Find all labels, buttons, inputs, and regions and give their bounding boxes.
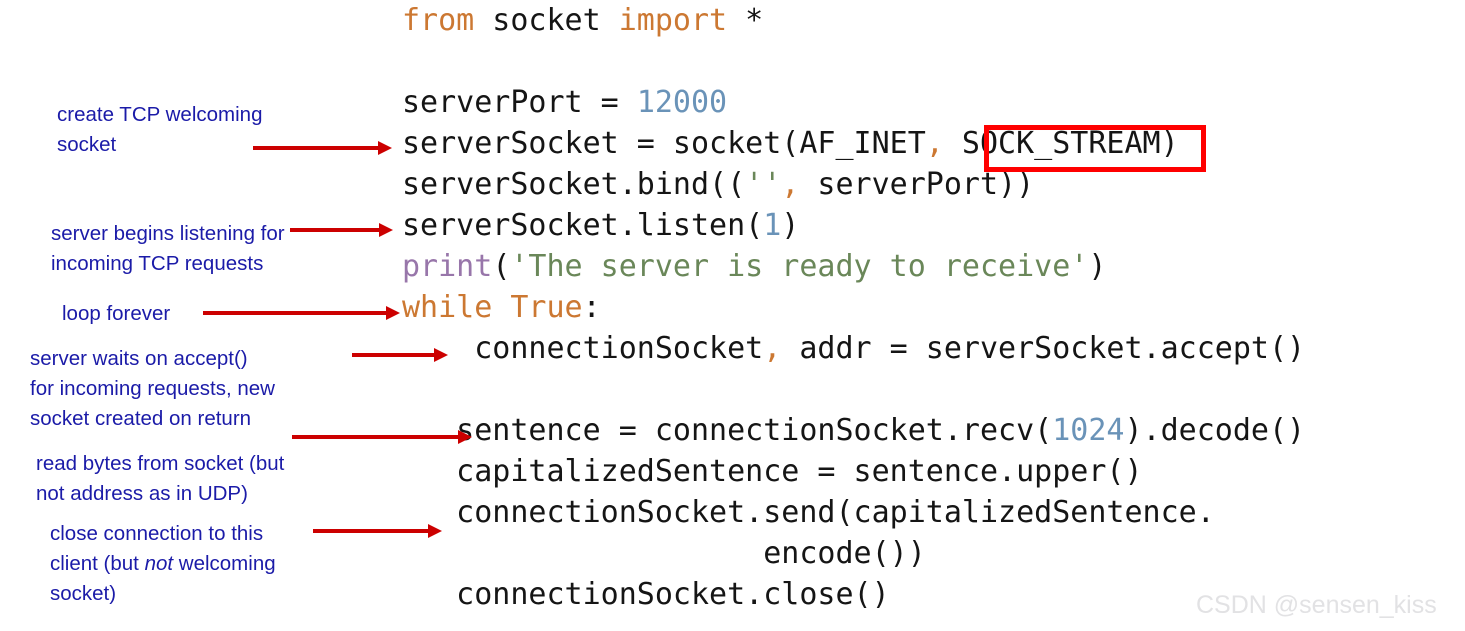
code-token: connectionSocket.send(capitalizedSentenc… <box>402 495 1215 530</box>
annotation-server-waits-on-accept: server waits on accept() for incoming re… <box>30 347 275 430</box>
code-token: , <box>925 126 944 161</box>
code-token: print <box>402 249 493 284</box>
code-token: serverSocket.listen( <box>402 208 764 243</box>
code-token: ( <box>492 249 511 284</box>
watermark-csdn: CSDN @sensen_kiss <box>1196 591 1437 619</box>
code-token: encode()) <box>402 536 926 571</box>
slide-canvas: from socket import * serverPort = 12000 s… <box>0 0 1465 631</box>
code-token: from <box>402 3 475 38</box>
code-token: 'The server is ready to receive' <box>510 249 1089 284</box>
line-close: connectionSocket.close() <box>402 574 1305 615</box>
line-accept: connectionSocket, addr = serverSocket.ac… <box>402 328 1305 369</box>
annotation-read-bytes-from-socket: read bytes from socket (but not address … <box>36 452 285 505</box>
code-token: serverPort = <box>402 85 637 120</box>
annotation-server-begins-listening: server begins listening for incoming TCP… <box>51 222 285 275</box>
code-token: serverPort)) <box>799 167 1035 202</box>
line-import: from socket import * <box>402 0 1305 41</box>
line-blank-1 <box>402 41 1305 82</box>
code-token: , <box>781 167 800 202</box>
code-token: while <box>402 290 493 325</box>
code-token: sentence = connectionSocket.recv( <box>402 413 1053 448</box>
code-token: serverSocket.bind(( <box>402 167 746 202</box>
code-token: 1024 <box>1052 413 1125 448</box>
code-token: * <box>727 3 764 38</box>
code-token: ).decode() <box>1124 413 1306 448</box>
line-recv: sentence = connectionSocket.recv(1024).d… <box>402 410 1305 451</box>
annotation-close-emphasis: not <box>144 552 174 575</box>
code-token: '' <box>745 167 782 202</box>
code-token: connectionSocket <box>402 331 764 366</box>
code-token: 1 <box>763 208 782 243</box>
code-token: serverSocket = socket(AF_INET <box>402 126 926 161</box>
code-token: connectionSocket.close() <box>402 577 890 612</box>
line-listen: serverSocket.listen(1) <box>402 205 1305 246</box>
code-token: socket <box>474 3 619 38</box>
line-send: connectionSocket.send(capitalizedSentenc… <box>402 492 1305 533</box>
code-token: True <box>510 290 583 325</box>
code-block: from socket import * serverPort = 12000 s… <box>402 0 1305 615</box>
code-token: ) <box>781 208 800 243</box>
line-serverport: serverPort = 12000 <box>402 82 1305 123</box>
code-token: import <box>618 3 728 38</box>
code-token: , <box>763 331 782 366</box>
code-token: ) <box>1088 249 1107 284</box>
code-token: capitalizedSentence = sentence.upper() <box>402 454 1143 489</box>
line-upper: capitalizedSentence = sentence.upper() <box>402 451 1305 492</box>
line-while: while True: <box>402 287 1305 328</box>
annotation-close-connection: close connection to this client (but not… <box>50 519 380 609</box>
code-token: : <box>582 290 601 325</box>
line-encode: encode()) <box>402 533 1305 574</box>
annotation-loop-forever: loop forever <box>62 302 171 325</box>
code-token: addr = serverSocket.accept() <box>781 331 1306 366</box>
code-token: 12000 <box>636 85 728 120</box>
highlight-box-sock-stream <box>984 125 1206 172</box>
line-blank-2 <box>402 369 1305 410</box>
line-print: print('The server is ready to receive') <box>402 246 1305 287</box>
annotation-create-tcp-welcoming-socket: create TCP welcoming socket <box>57 103 263 156</box>
